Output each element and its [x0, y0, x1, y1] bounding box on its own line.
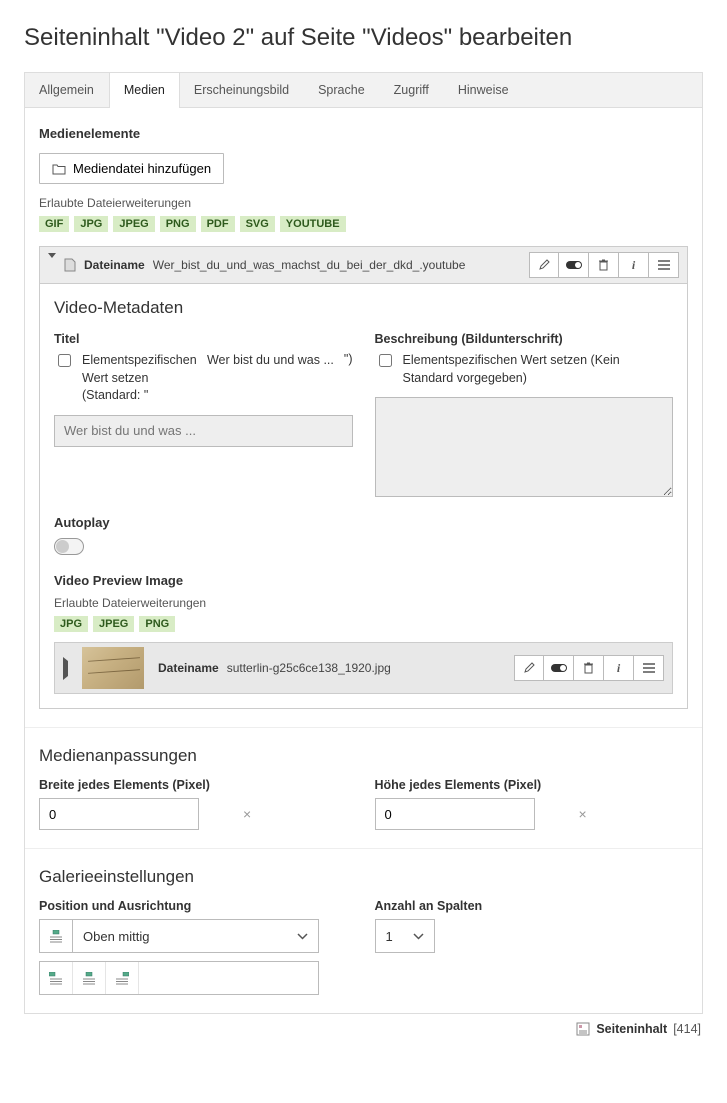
clear-icon[interactable]: ×: [570, 806, 596, 822]
tab-language[interactable]: Sprache: [304, 73, 380, 107]
page-title: Seiteninhalt "Video 2" auf Seite "Videos…: [24, 24, 703, 52]
edit-button[interactable]: [529, 252, 559, 278]
toggle-visibility-button[interactable]: [559, 252, 589, 278]
tab-appearance[interactable]: Erscheinungsbild: [180, 73, 304, 107]
expand-toggle[interactable]: [63, 661, 68, 676]
tab-access[interactable]: Zugriff: [380, 73, 444, 107]
video-metadata-heading: Video-Metadaten: [54, 298, 673, 318]
media-adjust-heading: Medienanpassungen: [39, 746, 688, 766]
columns-value: 1: [386, 929, 393, 944]
title-default-value: Wer bist du und was ...: [207, 352, 334, 370]
pos-option-top-right[interactable]: [106, 962, 139, 994]
title-override-check[interactable]: Elementspezifischen Wert setzen (Standar…: [54, 352, 197, 405]
filename-value: Wer_bist_du_und_was_machst_du_bei_der_dk…: [153, 258, 466, 272]
add-media-label: Mediendatei hinzufügen: [73, 161, 211, 176]
ext-tag: PDF: [201, 216, 235, 232]
pos-option-blank: [139, 962, 318, 994]
file-type-icon: [64, 258, 76, 272]
tab-hints[interactable]: Hinweise: [444, 73, 524, 107]
collapse-toggle[interactable]: [48, 258, 56, 273]
menu-button[interactable]: [649, 252, 679, 278]
title-input[interactable]: [54, 415, 353, 447]
title-override-text: Elementspezifischen Wert setzen (Standar…: [82, 352, 197, 405]
info-button[interactable]: i: [604, 655, 634, 681]
ext-tag: YOUTUBE: [280, 216, 346, 232]
tab-bar: Allgemein Medien Erscheinungsbild Sprach…: [25, 73, 702, 108]
columns-select[interactable]: 1: [375, 919, 435, 953]
title-override-checkbox[interactable]: [58, 354, 71, 367]
description-textarea[interactable]: [375, 397, 674, 497]
preview-ext-list: JPG JPEG PNG: [54, 616, 673, 632]
position-options-row: [39, 961, 319, 995]
description-override-text: Elementspezifischen Wert setzen (Kein St…: [403, 352, 674, 387]
content-type-icon: [576, 1022, 590, 1036]
folder-icon: [52, 163, 66, 175]
ext-tag: GIF: [39, 216, 69, 232]
allowed-ext-list: GIF JPG JPEG PNG PDF SVG YOUTUBE: [39, 216, 688, 232]
ext-tag: SVG: [240, 216, 275, 232]
width-field[interactable]: ×: [39, 798, 199, 830]
height-label: Höhe jedes Elements (Pixel): [375, 778, 689, 792]
filename-label: Dateiname: [84, 258, 145, 272]
chevron-down-icon: [297, 933, 308, 940]
preview-filename-label: Dateiname: [158, 661, 219, 675]
tab-media[interactable]: Medien: [109, 73, 180, 108]
media-file-header: Dateiname Wer_bist_du_und_was_machst_du_…: [40, 247, 687, 284]
info-button[interactable]: i: [619, 252, 649, 278]
menu-button[interactable]: [634, 655, 664, 681]
description-override-check[interactable]: Elementspezifischen Wert setzen (Kein St…: [375, 352, 674, 387]
preview-thumbnail[interactable]: [82, 647, 144, 689]
preview-ext-label: Erlaubte Dateierweiterungen: [54, 596, 673, 610]
preview-filename-value: sutterlin-g25c6ce138_1920.jpg: [227, 661, 391, 675]
delete-button[interactable]: [589, 252, 619, 278]
add-media-button[interactable]: Mediendatei hinzufügen: [39, 153, 224, 184]
preview-image-label: Video Preview Image: [54, 573, 673, 588]
position-icon: [39, 919, 73, 953]
width-input[interactable]: [40, 807, 234, 822]
description-override-checkbox[interactable]: [379, 354, 392, 367]
footer-label: Seiteninhalt: [596, 1022, 667, 1036]
gallery-heading: Galerieeinstellungen: [39, 867, 688, 887]
record-footer: Seiteninhalt [414]: [24, 1014, 703, 1036]
file-toolbar: i: [529, 252, 679, 278]
autoplay-label: Autoplay: [54, 515, 673, 530]
description-label: Beschreibung (Bildunterschrift): [375, 332, 674, 346]
preview-toolbar: i: [514, 655, 664, 681]
content-panel: Allgemein Medien Erscheinungsbild Sprach…: [24, 72, 703, 1014]
pos-option-top-center[interactable]: [73, 962, 106, 994]
position-select[interactable]: Oben mittig: [39, 919, 319, 953]
title-close-quote: "): [344, 352, 353, 405]
delete-button[interactable]: [574, 655, 604, 681]
width-label: Breite jedes Elements (Pixel): [39, 778, 353, 792]
toggle-visibility-button[interactable]: [544, 655, 574, 681]
edit-button[interactable]: [514, 655, 544, 681]
height-field[interactable]: ×: [375, 798, 535, 830]
pos-option-top-left[interactable]: [40, 962, 73, 994]
media-elements-heading: Medienelemente: [39, 126, 688, 141]
ext-tag: PNG: [139, 616, 175, 632]
chevron-down-icon: [413, 933, 424, 940]
height-input[interactable]: [376, 807, 570, 822]
autoplay-toggle[interactable]: [54, 538, 84, 555]
title-label: Titel: [54, 332, 353, 346]
ext-tag: JPEG: [113, 216, 154, 232]
position-label: Position und Ausrichtung: [39, 899, 353, 913]
ext-tag: JPEG: [93, 616, 134, 632]
tab-general[interactable]: Allgemein: [25, 73, 109, 107]
ext-tag: JPG: [54, 616, 88, 632]
media-file-panel: Dateiname Wer_bist_du_und_was_machst_du_…: [39, 246, 688, 709]
ext-tag: JPG: [74, 216, 108, 232]
allowed-ext-label: Erlaubte Dateierweiterungen: [39, 196, 688, 210]
position-value: Oben mittig: [83, 929, 149, 944]
preview-file-header: Dateiname sutterlin-g25c6ce138_1920.jpg …: [54, 642, 673, 694]
clear-icon[interactable]: ×: [234, 806, 260, 822]
ext-tag: PNG: [160, 216, 196, 232]
footer-uid: [414]: [673, 1022, 701, 1036]
columns-label: Anzahl an Spalten: [375, 899, 689, 913]
